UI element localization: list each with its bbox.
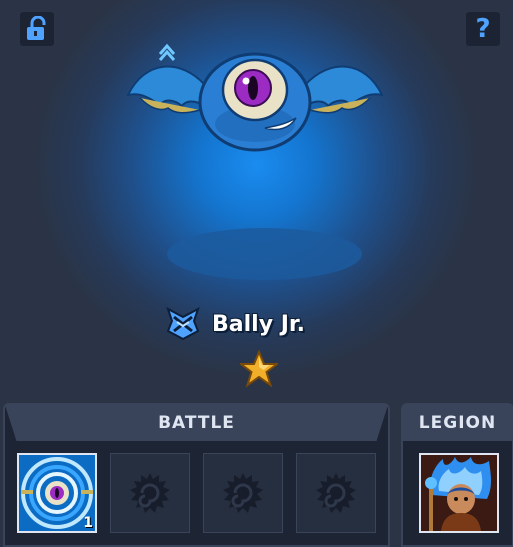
- battle-panel: BATTLE 1: [3, 403, 390, 547]
- hero-name-row: Bally Jr.: [162, 302, 305, 346]
- battle-slot-3[interactable]: [203, 453, 283, 533]
- locked-swirl-icon: [316, 473, 356, 513]
- unlock-button[interactable]: [20, 12, 54, 46]
- legion-panel-title: LEGION: [403, 405, 512, 441]
- help-label: ?: [475, 14, 491, 44]
- legion-slot[interactable]: [419, 453, 499, 533]
- star-rating: [240, 350, 278, 388]
- unlock-icon: [27, 16, 46, 40]
- battle-panel-title: BATTLE: [5, 405, 388, 441]
- battle-slot-1[interactable]: 1: [17, 453, 97, 533]
- locked-swirl-icon: [130, 473, 170, 513]
- battle-slot-4[interactable]: [296, 453, 376, 533]
- locked-swirl-icon: [223, 473, 263, 513]
- crossed-blades-shield-icon: [166, 306, 200, 341]
- legion-panel: LEGION: [401, 403, 513, 547]
- battle-slot-2[interactable]: [110, 453, 190, 533]
- help-button[interactable]: ?: [466, 12, 500, 46]
- blue-flame-warrior-portrait: [421, 455, 497, 531]
- slot-count-badge: 1: [83, 515, 93, 531]
- creature-shadow: [167, 228, 362, 280]
- hero-name: Bally Jr.: [212, 311, 305, 337]
- creature-bally-jr: [126, 43, 384, 152]
